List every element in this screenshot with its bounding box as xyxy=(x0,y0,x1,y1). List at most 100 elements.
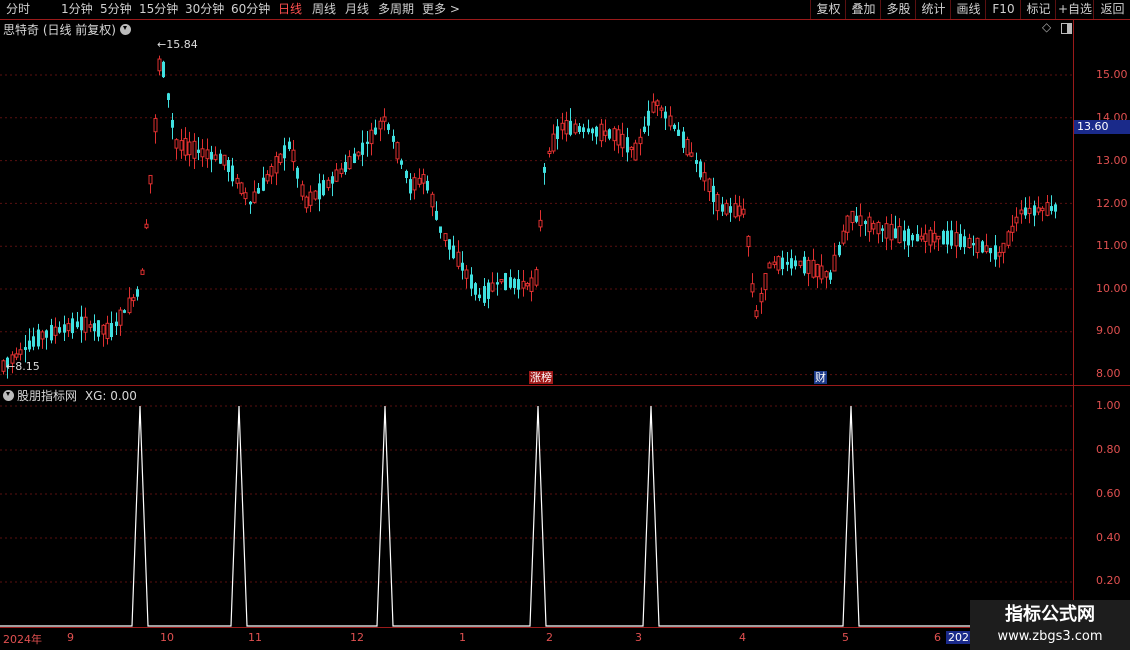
candle-body-down xyxy=(578,126,581,133)
candle-body-up xyxy=(1036,207,1041,213)
low-price-annotation: ←8.15 xyxy=(6,360,40,373)
candle-body-up xyxy=(538,219,543,228)
candle-body-up xyxy=(213,154,218,160)
candle-body-up xyxy=(573,123,578,134)
candle-body-up xyxy=(741,208,746,215)
candle-body-up xyxy=(118,309,123,326)
chart-grid xyxy=(0,74,1073,583)
candle-body-up xyxy=(430,193,435,208)
x-label: 5 xyxy=(842,631,849,644)
candle-body-down xyxy=(643,126,646,132)
indicator-title-bar: 股朋指标网 XG: 0.00 xyxy=(3,387,137,404)
candle-body-down xyxy=(911,234,914,241)
candle-body-down xyxy=(296,167,299,179)
y-tick-label: 11.00 xyxy=(1096,239,1128,252)
candle-body-up xyxy=(417,177,422,185)
candle-body-up xyxy=(1010,225,1015,233)
candle-body-up xyxy=(83,316,88,333)
candle-body-down xyxy=(110,323,113,338)
candle-body-down xyxy=(907,228,910,246)
candle-body-up xyxy=(1,360,6,372)
candle-body-up xyxy=(534,269,539,286)
candle-body-up xyxy=(127,297,132,314)
candle-body-down xyxy=(721,204,724,212)
indicator-dropdown-icon[interactable] xyxy=(3,390,14,401)
candle-body-up xyxy=(638,136,643,145)
candle-body-up xyxy=(772,261,777,266)
indicator-name: 股朋指标网 xyxy=(17,389,78,403)
title-dropdown-icon[interactable] xyxy=(120,24,131,35)
candle-body-down xyxy=(426,180,429,191)
candle-body-down xyxy=(97,320,100,337)
candle-body-down xyxy=(283,145,286,159)
y-tick-label: 9.00 xyxy=(1096,324,1121,337)
candle-body-down xyxy=(946,230,949,245)
candle-body-down xyxy=(71,318,74,334)
site-watermark: 指标公式网 www.zbgs3.com xyxy=(970,600,1130,650)
candle-body-down xyxy=(595,126,598,137)
candle-body-up xyxy=(936,235,941,240)
high-price-annotation: ←15.84 xyxy=(157,38,198,51)
candle-body-up xyxy=(18,349,23,355)
candle-body-down xyxy=(439,226,442,233)
candle-body-down xyxy=(517,279,520,290)
candle-body-up xyxy=(521,280,526,289)
candle-body-up xyxy=(876,221,881,235)
candle-body-up xyxy=(871,222,876,230)
x-label: 2 xyxy=(546,631,553,644)
candle-body-up xyxy=(464,269,469,279)
candle-body-up xyxy=(767,262,772,269)
y-tick-label: 10.00 xyxy=(1096,282,1128,295)
candle-body-down xyxy=(994,245,997,260)
candle-body-down xyxy=(478,294,481,299)
candle-body-down xyxy=(409,179,412,194)
candle-body-down xyxy=(959,233,962,248)
candle-body-down xyxy=(950,230,953,246)
candle-body-down xyxy=(231,165,234,182)
candle-body-down xyxy=(855,215,858,222)
candle-body-down xyxy=(682,131,685,148)
candle-body-down xyxy=(219,153,222,164)
candle-body-down xyxy=(257,187,260,194)
candle-body-up xyxy=(192,140,197,159)
candle-body-down xyxy=(461,262,464,271)
candle-body-up xyxy=(53,326,58,336)
candle-body-up xyxy=(300,184,305,197)
finance-badge[interactable]: 财 xyxy=(814,371,827,384)
candle-body-up xyxy=(815,263,820,278)
kline-chart[interactable] xyxy=(0,0,1130,650)
candle-body-up xyxy=(499,279,504,283)
candle-body-up xyxy=(235,177,240,184)
candle-body-up xyxy=(724,202,729,215)
candle-body-up xyxy=(1027,207,1032,214)
candle-body-down xyxy=(32,336,35,347)
candle-body-up xyxy=(897,226,902,244)
candle-body-down xyxy=(881,228,884,231)
candle-body-down xyxy=(963,236,966,248)
candle-body-down xyxy=(591,128,594,134)
panel-toggle-icon[interactable] xyxy=(1061,23,1072,34)
candle-body-up xyxy=(382,116,387,122)
candle-body-down xyxy=(76,321,79,328)
candle-body-down xyxy=(452,245,455,259)
candle-body-up xyxy=(832,254,837,272)
candle-body-up xyxy=(984,245,989,253)
candle-body-up xyxy=(1019,209,1024,215)
candle-body-up xyxy=(850,210,855,224)
candle-body-up xyxy=(668,115,673,127)
candle-body-up xyxy=(707,178,712,193)
candle-body-up xyxy=(763,273,768,291)
candle-body-down xyxy=(136,289,139,297)
candle-body-down xyxy=(972,243,975,246)
candle-body-down xyxy=(50,324,53,341)
x-label: 6 xyxy=(934,631,941,644)
candle-body-down xyxy=(171,119,174,128)
candle-body-up xyxy=(239,182,244,195)
diamond-icon[interactable]: ◇ xyxy=(1042,20,1051,34)
candle-body-up xyxy=(889,223,894,241)
candle-body-down xyxy=(942,230,945,245)
candle-body-down xyxy=(28,340,31,350)
limit-up-badge[interactable]: 涨榜 xyxy=(529,371,553,384)
candle-body-up xyxy=(975,237,980,253)
candle-body-up xyxy=(148,174,153,185)
